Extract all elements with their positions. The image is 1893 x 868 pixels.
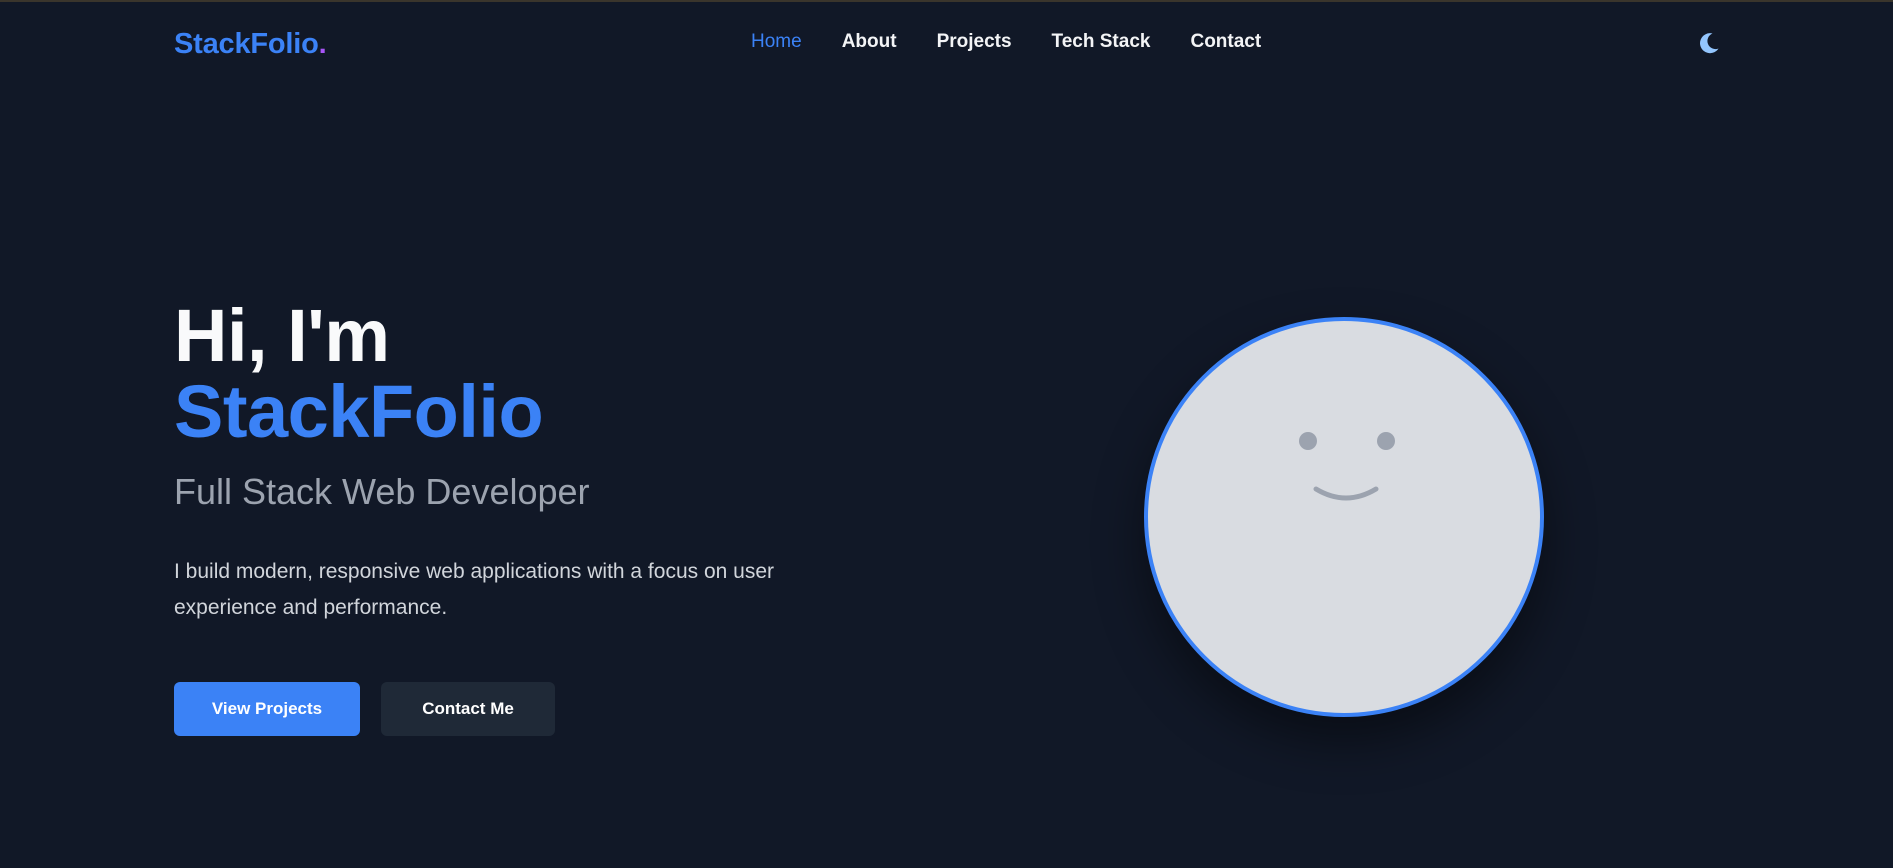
nav-link-projects[interactable]: Projects: [937, 30, 1012, 54]
hero-name: StackFolio: [174, 370, 544, 453]
brand-name: StackFolio: [174, 28, 319, 60]
brand-logo[interactable]: StackFolio.: [174, 26, 327, 62]
brand-dot: .: [318, 28, 327, 60]
navbar: StackFolio. Home About Projects Tech Sta…: [0, 2, 1893, 82]
hero-buttons: View Projects Contact Me: [174, 682, 555, 736]
hero-description: I build modern, responsive web applicati…: [174, 560, 774, 619]
hero-subtitle: Full Stack Web Developer: [174, 471, 590, 512]
theme-toggle-button[interactable]: [1696, 30, 1722, 56]
nav-links: Home About Projects Tech Stack Contact: [751, 30, 1261, 54]
smiley-face-icon: [1299, 432, 1395, 501]
hero-heading: Hi, I'm StackFolio: [174, 298, 814, 450]
nav-link-contact[interactable]: Contact: [1190, 30, 1261, 54]
hero-greeting: Hi, I'm: [174, 294, 390, 377]
hero-text: Hi, I'm StackFolio Full Stack Web Develo…: [174, 298, 814, 626]
moon-icon: [1700, 33, 1719, 54]
contact-me-button[interactable]: Contact Me: [381, 682, 555, 736]
nav-link-home[interactable]: Home: [751, 30, 802, 54]
view-projects-button[interactable]: View Projects: [174, 682, 360, 736]
nav-link-about[interactable]: About: [842, 30, 897, 54]
avatar: [1144, 317, 1544, 717]
nav-link-tech-stack[interactable]: Tech Stack: [1052, 30, 1151, 54]
